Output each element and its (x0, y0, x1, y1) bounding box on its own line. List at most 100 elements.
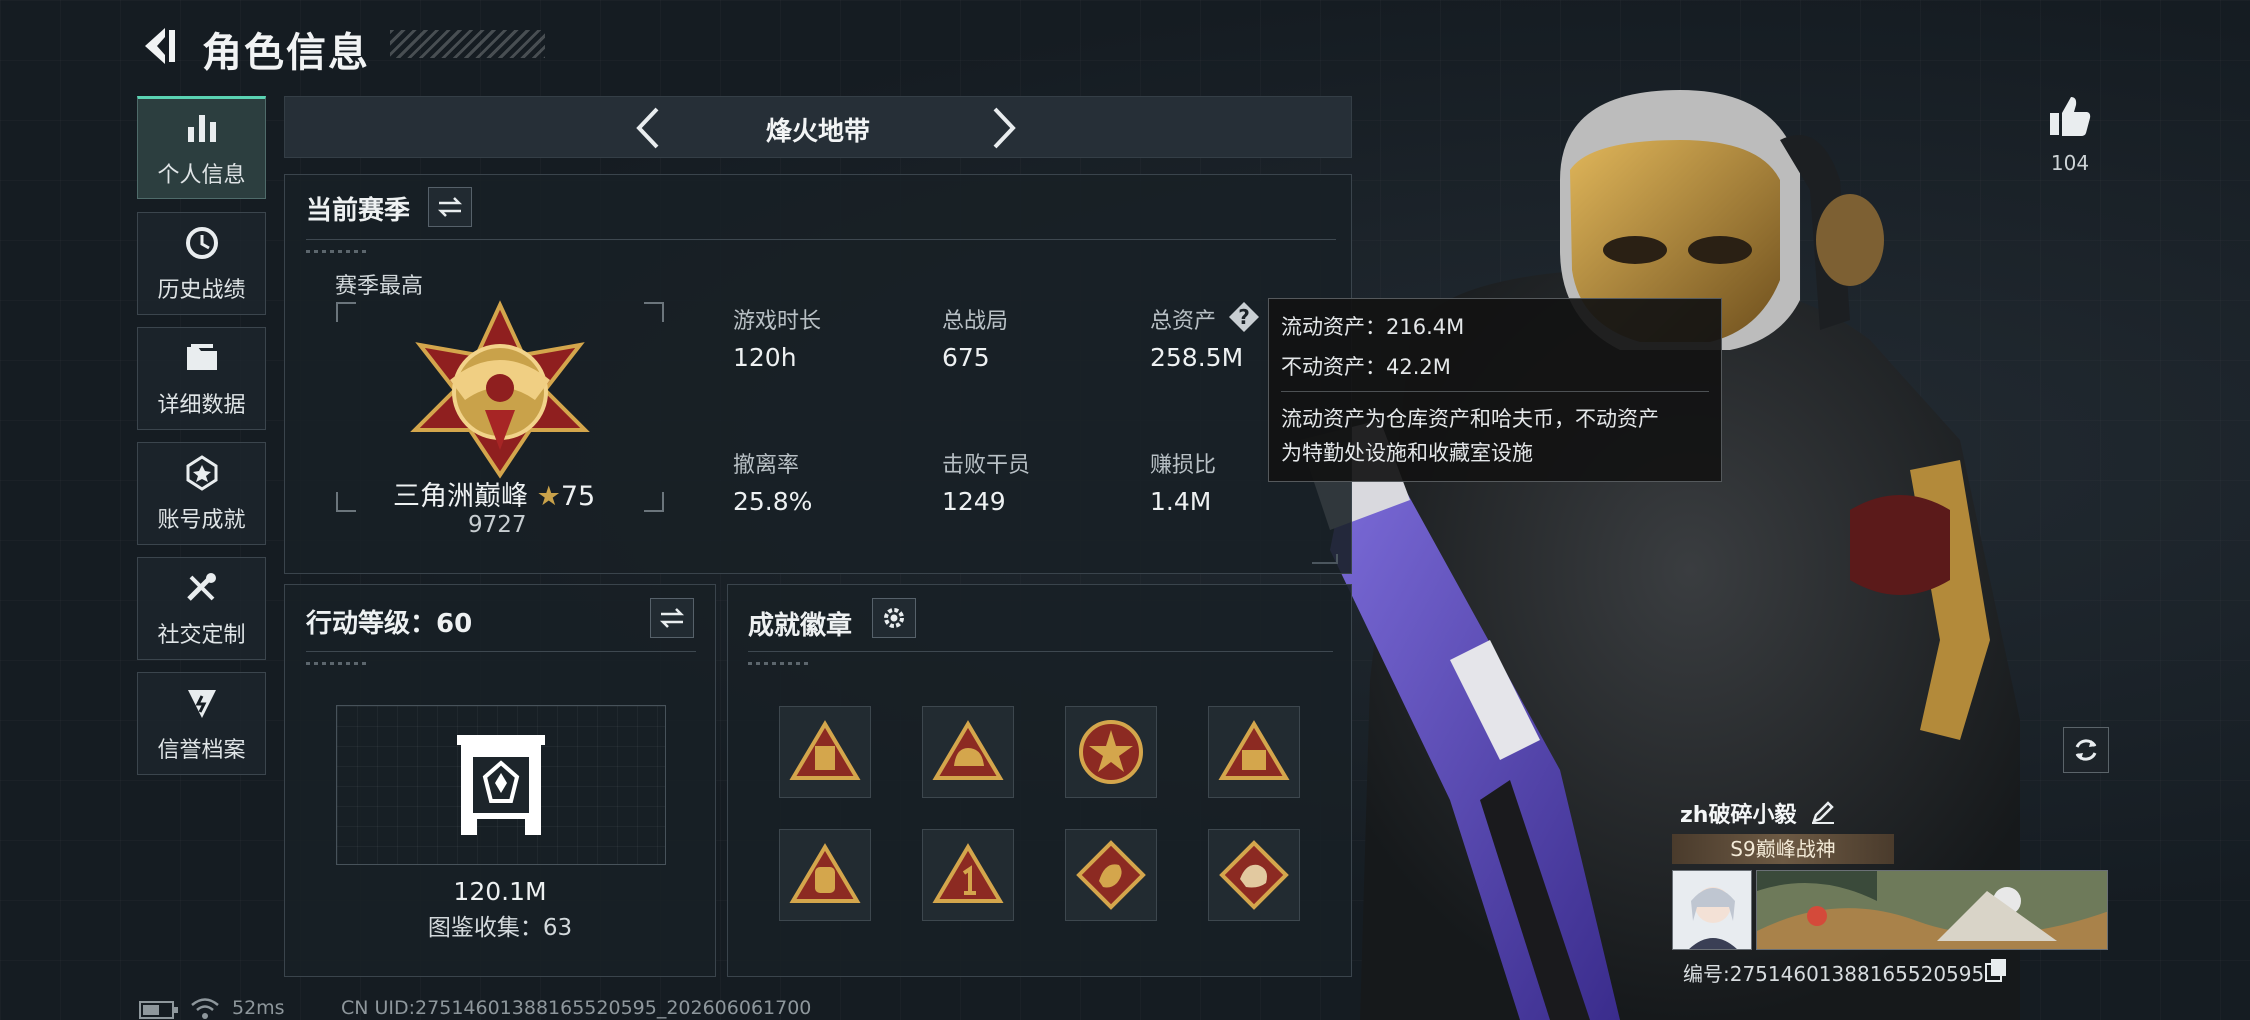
dragon-badge-icon (1076, 840, 1146, 910)
stat-value-matches: 675 (942, 343, 990, 372)
bar-chart-icon (187, 114, 216, 142)
collection-cabinet-icon (457, 735, 545, 835)
season-switch-button[interactable] (428, 187, 472, 227)
achievement-badge[interactable] (1208, 829, 1300, 921)
chevron-right-icon[interactable] (977, 103, 1027, 153)
tools-icon (186, 572, 216, 601)
sidebar-item-details[interactable]: 详细数据 (137, 327, 266, 430)
sidebar-item-label: 历史战绩 (157, 277, 246, 303)
action-level-switch-button[interactable] (650, 598, 694, 638)
rank-medal-icon (410, 300, 590, 479)
achievement-badge[interactable] (779, 829, 871, 921)
stat-value-kills: 1249 (942, 487, 1006, 516)
title-stripes-decoration (390, 30, 545, 58)
tick-decoration (748, 662, 808, 665)
backpack-badge-icon (789, 843, 861, 903)
swap-icon (437, 197, 463, 217)
stat-label-playtime: 游戏时长 (733, 309, 822, 334)
achievement-badge[interactable] (1208, 706, 1300, 798)
avatar-image (1673, 871, 1751, 949)
corner-decoration (1312, 554, 1338, 564)
tooltip-description-line1: 流动资产为仓库资产和哈夫币，不动资产 (1281, 407, 1659, 431)
avatar[interactable] (1672, 870, 1752, 950)
folder-icon (186, 343, 217, 370)
asset-tooltip: 流动资产：216.4M 不动资产：42.2M 流动资产为仓库资产和哈夫币，不动资… (1268, 298, 1722, 482)
sidebar-item-personal-info[interactable]: 个人信息 (137, 96, 266, 199)
stat-label-matches: 总战局 (942, 309, 1009, 334)
divider (306, 651, 696, 652)
shield-icon (187, 689, 216, 718)
sidebar-item-label: 个人信息 (157, 162, 246, 188)
divider (306, 239, 1336, 240)
tick-decoration (306, 250, 366, 253)
player-id: 编号:27514601388165520595 (1683, 962, 1985, 986)
battery-icon (139, 1001, 178, 1019)
stat-value-extraction: 25.8% (733, 487, 813, 516)
tooltip-liquid-assets: 流动资产：216.4M (1281, 315, 1465, 339)
rank-score: 9727 (468, 512, 527, 538)
helmet-badge-icon (932, 720, 1004, 780)
uid-label: CN UID:27514601388165520595_202606061700 (341, 997, 812, 1019)
season-best-label: 赛季最高 (335, 274, 424, 299)
like-count: 104 (2050, 151, 2090, 175)
achievement-badge[interactable] (922, 829, 1014, 921)
sidebar-item-social[interactable]: 社交定制 (137, 557, 266, 660)
badge-settings-button[interactable] (872, 598, 916, 638)
crate-badge-icon (1218, 720, 1290, 780)
tooltip-description-line2: 为特勤处设施和收藏室设施 (1281, 441, 1533, 465)
stat-label-kills: 击败干员 (942, 453, 1031, 478)
beast-badge-icon (1219, 840, 1289, 910)
action-level-title: 行动等级：60 (306, 609, 473, 639)
achievement-badge[interactable] (922, 706, 1014, 798)
sidebar-item-label: 社交定制 (157, 622, 246, 648)
refresh-icon (2075, 739, 2097, 761)
stat-label-extraction: 撤离率 (733, 453, 800, 478)
stat-value-profit: 1.4M (1150, 487, 1212, 516)
player-title-badge: S9巅峰战神 (1672, 834, 1894, 864)
star-emblem-badge-icon (1079, 720, 1143, 784)
map-name: 烽火地带 (765, 117, 870, 147)
achievement-badge[interactable] (1065, 706, 1157, 798)
edit-icon[interactable] (1810, 799, 1836, 825)
copy-icon[interactable] (1985, 958, 2007, 982)
star-icon: ★ (536, 481, 561, 512)
wifi-icon (191, 998, 219, 1019)
back-icon[interactable] (135, 22, 183, 70)
achievement-badge[interactable] (779, 706, 871, 798)
refresh-button[interactable] (2063, 727, 2109, 773)
number-one-badge-icon (932, 843, 1004, 903)
sidebar-item-label: 详细数据 (157, 392, 246, 418)
tooltip-divider (1281, 391, 1709, 392)
page-title: 角色信息 (202, 30, 370, 76)
collection-value: 120.1M (453, 877, 547, 906)
badges-title: 成就徽章 (748, 611, 853, 641)
ping-status: 52ms (232, 997, 285, 1019)
stat-label-profit: 赚损比 (1150, 453, 1217, 478)
profile-banner[interactable] (1756, 870, 2108, 950)
achievement-badge[interactable] (1065, 829, 1157, 921)
collection-count: 图鉴收集：63 (427, 915, 573, 941)
rank-stars: 75 (560, 481, 596, 512)
gear-icon (884, 608, 904, 628)
achievement-icon (186, 454, 217, 491)
banner-image (1757, 871, 2107, 949)
sidebar-item-label: 信誉档案 (157, 737, 246, 763)
rank-line: 三角洲巅峰 ★75 (393, 474, 595, 513)
sidebar-item-credit[interactable]: 信誉档案 (137, 672, 266, 775)
rank-name: 三角洲巅峰 (393, 481, 528, 512)
sidebar-item-label: 账号成就 (157, 507, 246, 533)
swap-icon (659, 608, 685, 628)
stat-value-playtime: 120h (733, 343, 797, 372)
divider (748, 651, 1333, 652)
tick-decoration (306, 662, 366, 665)
season-title: 当前赛季 (306, 196, 411, 226)
tooltip-fixed-assets: 不动资产：42.2M (1281, 355, 1451, 379)
history-icon (185, 226, 218, 259)
stat-label-assets: 总资产 (1150, 309, 1217, 334)
sidebar-item-achievements[interactable]: 账号成就 (137, 442, 266, 545)
like-icon[interactable] (2047, 93, 2093, 139)
vest-badge-icon (789, 720, 861, 780)
map-selector: 烽火地带 (284, 96, 1352, 158)
sidebar-item-history[interactable]: 历史战绩 (137, 212, 266, 315)
player-name: zh破碎小毅 (1680, 803, 1797, 828)
